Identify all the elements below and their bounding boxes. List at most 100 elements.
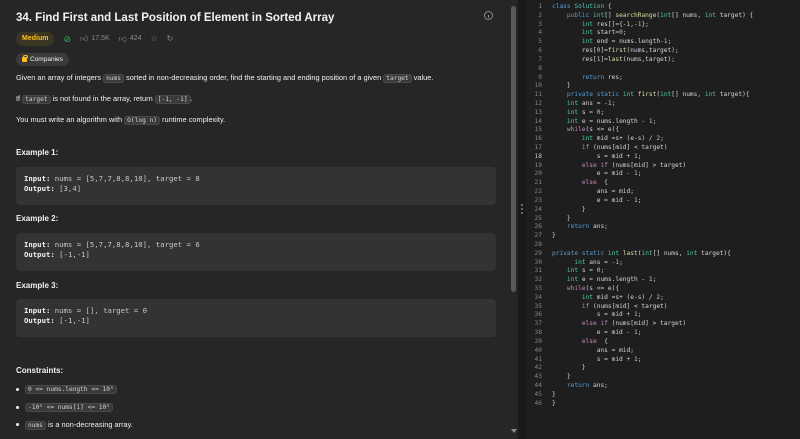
line-code[interactable]: } <box>542 373 571 382</box>
info-icon[interactable] <box>484 11 493 20</box>
code-line[interactable]: 4 int start=0; <box>526 29 800 38</box>
code-line[interactable]: 17 if (nums[mid] < target) <box>526 144 800 153</box>
line-code[interactable]: while(s <= e){ <box>542 285 619 294</box>
code-line[interactable]: 36 s = mid + 1; <box>526 311 800 320</box>
code-line[interactable]: 38 e = mid - 1; <box>526 329 800 338</box>
line-code[interactable]: while(s <= e){ <box>542 126 619 135</box>
scroll-down-arrow-icon[interactable] <box>511 429 517 433</box>
code-line[interactable]: 42 } <box>526 364 800 373</box>
line-code[interactable]: } <box>542 391 556 400</box>
code-line[interactable]: 12 int ans = -1; <box>526 100 800 109</box>
line-code[interactable]: else { <box>542 179 608 188</box>
code-line[interactable]: 45} <box>526 391 800 400</box>
drag-handle-icon[interactable] <box>521 204 523 214</box>
code-line[interactable]: 41 s = mid + 1; <box>526 356 800 365</box>
line-code[interactable]: ans = mid; <box>542 188 634 197</box>
code-line[interactable]: 40 ans = mid; <box>526 347 800 356</box>
code-line[interactable]: 20 e = mid - 1; <box>526 170 800 179</box>
line-code[interactable]: int ans = -1; <box>542 100 615 109</box>
code-line[interactable]: 15 while(s <= e){ <box>526 126 800 135</box>
line-code[interactable]: else if (nums[mid] > target) <box>542 320 686 329</box>
line-code[interactable]: private static int first(int[] nums, int… <box>542 91 750 100</box>
line-code[interactable]: public int[] searchRange(int[] nums, int… <box>542 12 753 21</box>
scrollbar-thumb[interactable] <box>511 6 516 292</box>
code-line[interactable]: 8 <box>526 65 800 74</box>
code-line[interactable]: 21 else { <box>526 179 800 188</box>
line-code[interactable]: int mid =s+ (e-s) / 2; <box>542 135 664 144</box>
code-line[interactable]: 11 private static int first(int[] nums, … <box>526 91 800 100</box>
code-line[interactable]: 19 else if (nums[mid] > target) <box>526 162 800 171</box>
line-code[interactable]: s = mid + 1; <box>542 356 642 365</box>
line-code[interactable]: s = mid + 1; <box>542 153 642 162</box>
code-line[interactable]: 5 int end = nums.length-1; <box>526 38 800 47</box>
code-line[interactable]: 43 } <box>526 373 800 382</box>
line-code[interactable]: else { <box>542 338 608 347</box>
line-code[interactable]: } <box>542 400 556 409</box>
dislike-button[interactable]: 👎︎ 424 <box>119 35 142 43</box>
code-line[interactable]: 6 res[0]=first(nums,target); <box>526 47 800 56</box>
code-line[interactable]: 26 return ans; <box>526 223 800 232</box>
line-code[interactable]: } <box>542 206 586 215</box>
line-code[interactable]: return ans; <box>542 223 608 232</box>
line-code[interactable]: int end = nums.length-1; <box>542 38 671 47</box>
code-line[interactable]: 23 e = mid - 1; <box>526 197 800 206</box>
line-code[interactable]: int res[]={-1,-1}; <box>542 21 649 30</box>
code-line[interactable]: 31 int s = 0; <box>526 267 800 276</box>
line-code[interactable] <box>542 241 552 250</box>
code-line[interactable]: 28 <box>526 241 800 250</box>
code-line[interactable]: 13 int s = 0; <box>526 109 800 118</box>
code-line[interactable]: 44 return ans; <box>526 382 800 391</box>
line-code[interactable]: int mid =s+ (e-s) / 2; <box>542 294 664 303</box>
code-line[interactable]: 39 else { <box>526 338 800 347</box>
code-line[interactable]: 37 else if (nums[mid] > target) <box>526 320 800 329</box>
code-line[interactable]: 9 return res; <box>526 74 800 83</box>
line-code[interactable]: ans = mid; <box>542 347 634 356</box>
line-code[interactable]: res[1]=last(nums,target); <box>542 56 675 65</box>
code-line[interactable]: 46} <box>526 400 800 409</box>
code-line[interactable]: 29 private static int last(int[] nums, in… <box>526 250 800 259</box>
code-line[interactable]: 35 if (nums[mid] < target) <box>526 303 800 312</box>
code-line[interactable]: 25 } <box>526 215 800 224</box>
line-code[interactable]: if (nums[mid] < target) <box>542 303 668 312</box>
line-code[interactable]: if (nums[mid] < target) <box>542 144 668 153</box>
line-code[interactable]: res[0]=first(nums,target); <box>542 47 679 56</box>
line-code[interactable]: e = mid - 1; <box>542 329 642 338</box>
share-icon[interactable]: ↻ <box>167 35 174 43</box>
line-code[interactable]: return res; <box>542 74 623 83</box>
line-code[interactable]: return ans; <box>542 382 608 391</box>
description-scrollbar[interactable] <box>509 0 518 439</box>
companies-button[interactable]: Companies <box>16 53 69 66</box>
code-line[interactable]: 27} <box>526 232 800 241</box>
code-line[interactable]: 34 int mid =s+ (e-s) / 2; <box>526 294 800 303</box>
line-code[interactable]: int s = 0; <box>542 109 604 118</box>
line-code[interactable] <box>542 65 552 74</box>
line-code[interactable]: } <box>542 364 586 373</box>
code-line[interactable]: 16 int mid =s+ (e-s) / 2; <box>526 135 800 144</box>
line-code[interactable]: int start=0; <box>542 29 627 38</box>
code-line[interactable]: 3 int res[]={-1,-1}; <box>526 21 800 30</box>
code-line[interactable]: 1 class Solution { <box>526 3 800 12</box>
code-line[interactable]: 33 while(s <= e){ <box>526 285 800 294</box>
line-code[interactable]: int e = nums.length - 1; <box>542 118 656 127</box>
code-line[interactable]: 18 s = mid + 1; <box>526 153 800 162</box>
line-code[interactable]: private static int last(int[] nums, int … <box>542 250 731 259</box>
like-button[interactable]: 👍︎ 17.5K <box>80 35 110 43</box>
line-code[interactable]: else if (nums[mid] > target) <box>542 162 686 171</box>
line-code[interactable]: e = mid - 1; <box>542 170 642 179</box>
favorite-star-icon[interactable]: ☆ <box>150 35 157 43</box>
line-code[interactable]: int e = nums.length - 1; <box>542 276 656 285</box>
code-line[interactable]: 30 int ans = -1; <box>526 259 800 268</box>
line-code[interactable]: int ans = -1; <box>542 259 622 268</box>
code-editor[interactable]: 1 class Solution {2 public int[] searchRa… <box>526 0 800 439</box>
code-line[interactable]: 24 } <box>526 206 800 215</box>
line-code[interactable]: s = mid + 1; <box>542 311 642 320</box>
line-code[interactable]: int s = 0; <box>542 267 604 276</box>
problem-title[interactable]: 34. Find First and Last Position of Elem… <box>16 10 496 26</box>
code-line[interactable]: 10 } <box>526 82 800 91</box>
code-line[interactable]: 32 int e = nums.length - 1; <box>526 276 800 285</box>
line-code[interactable]: e = mid - 1; <box>542 197 642 206</box>
code-line[interactable]: 7 res[1]=last(nums,target); <box>526 56 800 65</box>
line-code[interactable]: } <box>542 82 571 91</box>
code-line[interactable]: 2 public int[] searchRange(int[] nums, i… <box>526 12 800 21</box>
code-line[interactable]: 22 ans = mid; <box>526 188 800 197</box>
